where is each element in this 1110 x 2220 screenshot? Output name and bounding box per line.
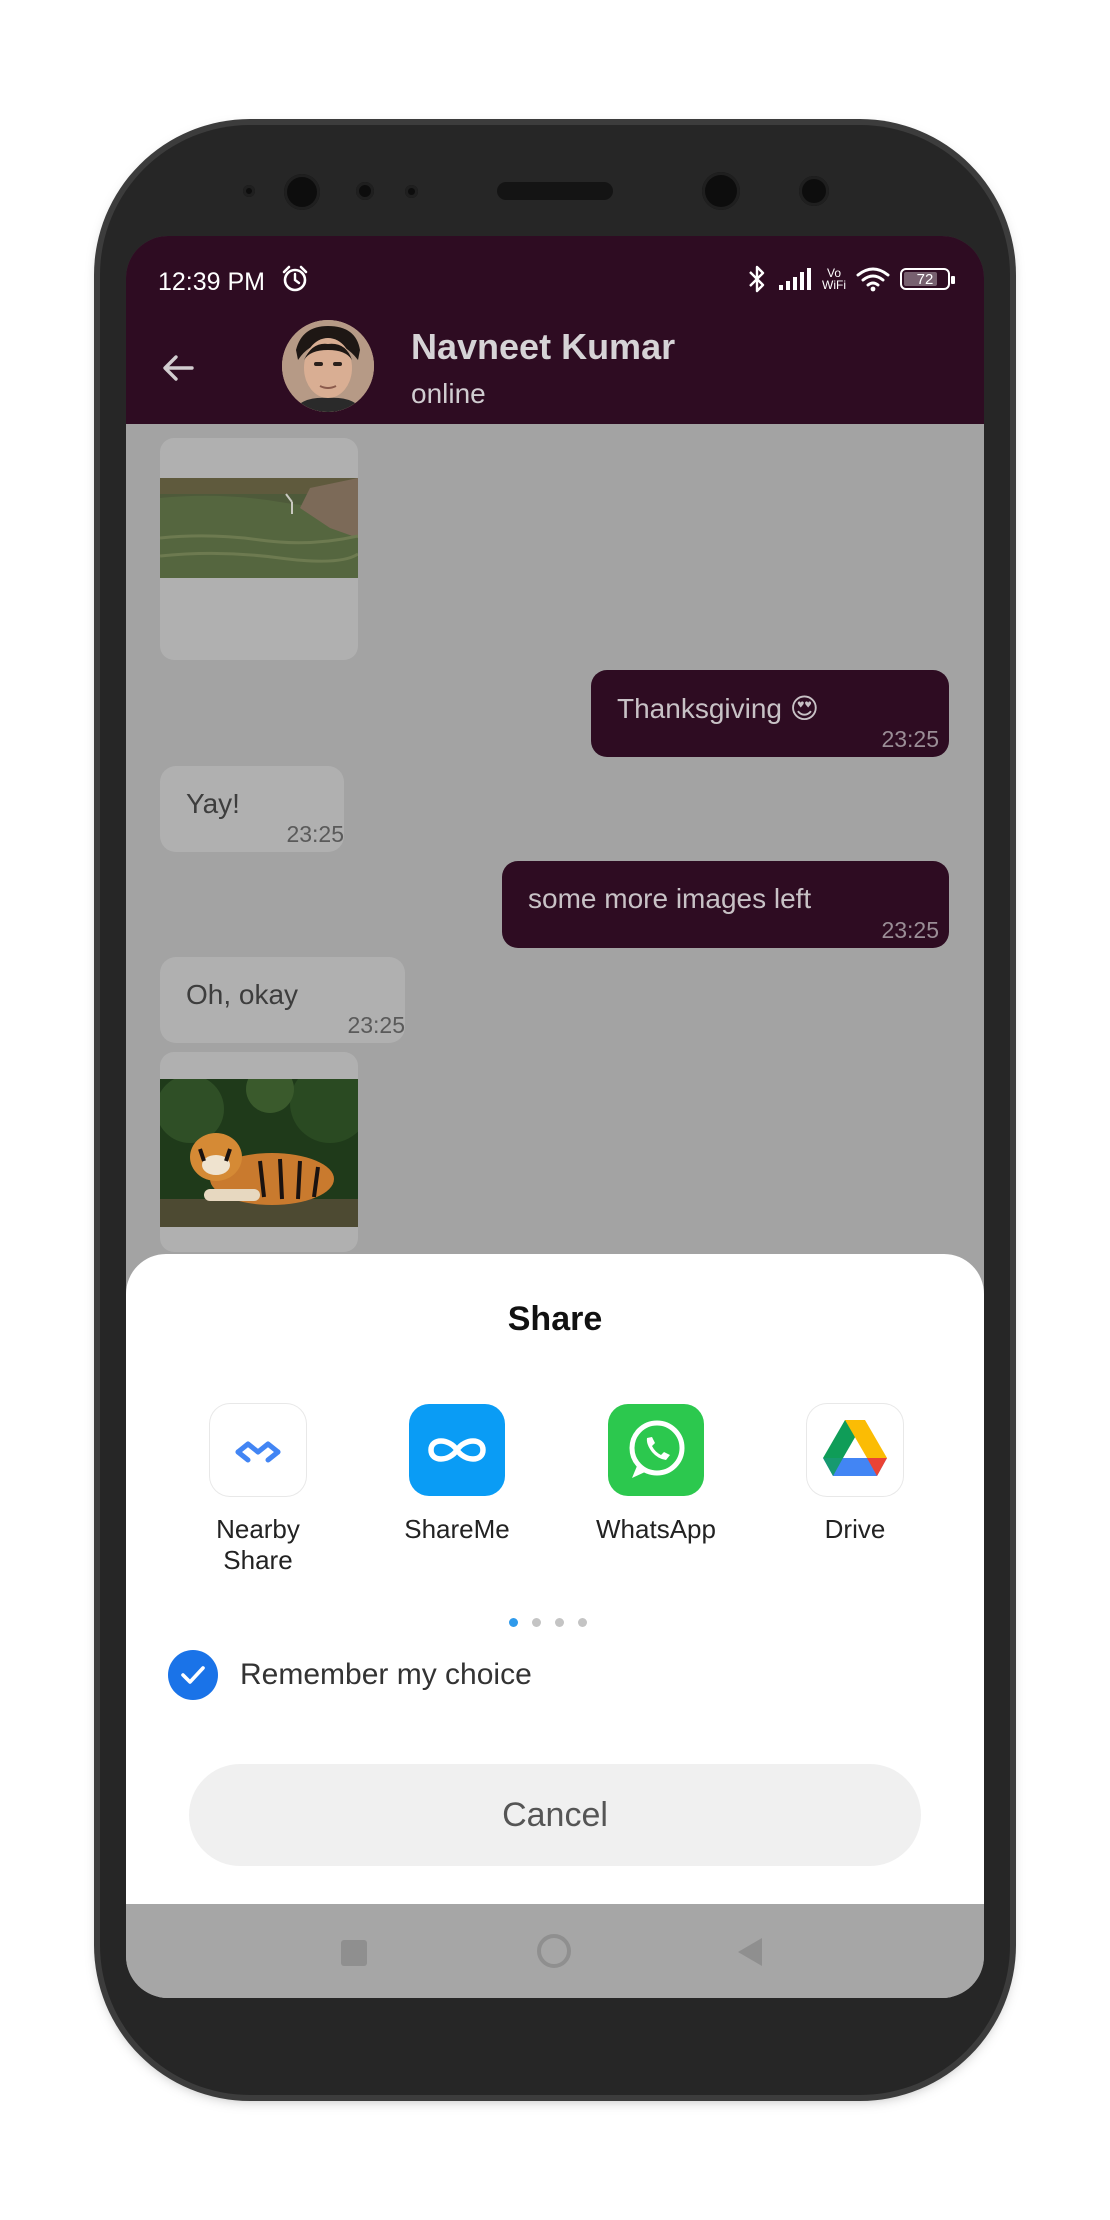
phone-screen: 12:39 PM Vo WiFi 72 Navneet Kumar online… xyxy=(126,236,984,1998)
back-arrow-icon[interactable] xyxy=(158,348,198,388)
app-label: Drive xyxy=(824,1514,886,1544)
battery-icon: 72 xyxy=(900,268,955,290)
share-bottom-sheet: Share Nearby Share ShareMe WhatsApp Driv… xyxy=(126,1254,984,1904)
incoming-message[interactable]: Yay! 23:25 xyxy=(160,766,344,852)
contact-avatar[interactable] xyxy=(282,320,374,412)
app-label: Nearby Share xyxy=(178,1514,338,1576)
message-text: Yay! xyxy=(186,788,240,819)
pager-dot xyxy=(578,1618,587,1627)
wifi-icon xyxy=(856,267,890,292)
remember-choice-checkbox[interactable] xyxy=(168,1650,218,1700)
share-option-shareme[interactable]: ShareMe xyxy=(377,1404,537,1545)
status-bar: 12:39 PM Vo WiFi 72 xyxy=(126,236,984,310)
tiger-image xyxy=(160,1079,358,1227)
proximity-sensor xyxy=(243,185,255,197)
cancel-button[interactable]: Cancel xyxy=(189,1764,921,1866)
front-camera-secondary xyxy=(702,172,740,210)
sensor-dot xyxy=(405,185,418,198)
image-message[interactable] xyxy=(160,1052,358,1252)
outgoing-message[interactable]: Thanksgiving 😍 23:25 xyxy=(591,670,949,757)
app-label-line1: Nearby xyxy=(216,1514,300,1544)
share-title: Share xyxy=(507,1300,603,1338)
contact-status: online xyxy=(411,378,486,409)
system-navigation-bar xyxy=(126,1904,984,1998)
pager-dot-active xyxy=(509,1618,518,1627)
pager-dot xyxy=(532,1618,541,1627)
home-button[interactable] xyxy=(537,1934,571,1968)
signal-strength-icon xyxy=(779,268,811,290)
chat-header: Navneet Kumar online xyxy=(126,310,984,424)
message-time: 23:25 xyxy=(347,1012,405,1038)
outgoing-message[interactable]: some more images left 23:25 xyxy=(502,861,949,948)
bluetooth-icon xyxy=(749,265,765,293)
google-drive-icon xyxy=(807,1404,903,1496)
recents-button[interactable] xyxy=(341,1940,367,1966)
alarm-clock-icon xyxy=(282,265,308,292)
app-label: ShareMe xyxy=(404,1514,510,1544)
pager-dot xyxy=(555,1618,564,1627)
message-text: Thanksgiving 😍 xyxy=(617,693,819,724)
vowifi-bottom: WiFi xyxy=(822,278,846,292)
back-button[interactable] xyxy=(738,1938,762,1966)
share-option-nearby-share[interactable]: Nearby Share xyxy=(178,1404,338,1576)
contact-name[interactable]: Navneet Kumar xyxy=(411,326,675,368)
pager-dots xyxy=(509,1618,587,1627)
status-icons: Vo WiFi 72 xyxy=(746,262,955,296)
image-message[interactable] xyxy=(160,438,358,660)
shareme-icon xyxy=(409,1404,505,1496)
checkmark-icon xyxy=(181,1666,205,1684)
sensor-dot xyxy=(356,182,374,200)
message-text: some more images left xyxy=(528,883,812,914)
remember-choice-label: Remember my choice xyxy=(240,1658,532,1691)
share-option-drive[interactable]: Drive xyxy=(775,1404,935,1545)
lake-heron-image xyxy=(160,478,358,578)
earpiece-speaker xyxy=(497,182,613,200)
app-label: WhatsApp xyxy=(596,1514,716,1544)
front-camera xyxy=(284,174,320,210)
whatsapp-icon xyxy=(608,1404,704,1496)
message-time: 23:25 xyxy=(286,821,344,847)
nearby-share-icon xyxy=(210,1404,306,1496)
remember-choice-row[interactable]: Remember my choice xyxy=(168,1650,532,1700)
incoming-message[interactable]: Oh, okay 23:25 xyxy=(160,957,405,1043)
message-time: 23:25 xyxy=(881,726,939,752)
message-time: 23:25 xyxy=(881,917,939,943)
share-option-whatsapp[interactable]: WhatsApp xyxy=(576,1404,736,1545)
battery-percent: 72 xyxy=(916,270,934,288)
sensor-dot xyxy=(799,176,829,206)
avatar-face-icon xyxy=(282,320,374,412)
status-time: 12:39 PM xyxy=(158,268,266,296)
app-label-line2: Share xyxy=(223,1545,293,1575)
vowifi-indicator: Vo WiFi xyxy=(822,267,846,291)
message-text: Oh, okay xyxy=(186,979,299,1010)
